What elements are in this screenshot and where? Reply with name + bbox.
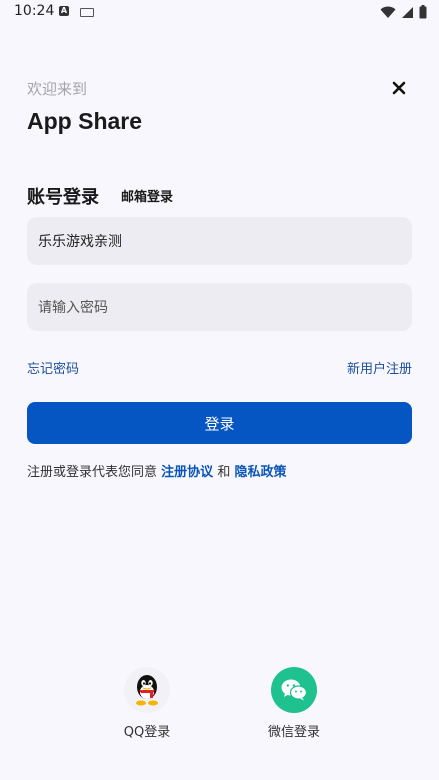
status-bar: 10:24 A	[0, 0, 439, 24]
wechat-icon	[271, 667, 317, 713]
battery-icon	[419, 5, 427, 19]
signal-icon	[402, 6, 413, 18]
agreement-prefix: 注册或登录代表您同意	[27, 465, 158, 480]
notification-a-icon: A	[59, 6, 69, 16]
tab-email-login[interactable]: 邮箱登录	[121, 186, 173, 205]
status-icons	[380, 5, 427, 19]
terms-link[interactable]: 注册协议	[161, 465, 213, 480]
agreement-and: 和	[217, 465, 231, 480]
welcome-text: 欢迎来到	[27, 80, 88, 98]
agreement-text: 注册或登录代表您同意 注册协议 和 隐私政策	[27, 461, 286, 480]
wifi-icon	[380, 6, 396, 18]
password-field[interactable]: 请输入密码	[27, 283, 412, 331]
login-button[interactable]: 登录	[27, 402, 412, 444]
keyboard-icon	[80, 8, 94, 17]
tab-account-login[interactable]: 账号登录	[27, 183, 99, 209]
username-field[interactable]: 乐乐游戏亲测	[27, 217, 412, 265]
qq-login-button[interactable]: QQ登录	[107, 667, 187, 740]
wechat-login-button[interactable]: 微信登录	[254, 667, 334, 740]
privacy-link[interactable]: 隐私政策	[234, 465, 286, 480]
app-title: App Share	[27, 108, 143, 134]
login-screen: 10:24 A 欢迎来到 App Share 账号登录 邮箱登录 乐乐游戏亲测 …	[0, 0, 439, 780]
forgot-password-link[interactable]: 忘记密码	[27, 358, 79, 377]
new-user-register-link[interactable]: 新用户注册	[347, 358, 412, 377]
qq-icon	[124, 667, 170, 713]
status-time: 10:24	[14, 3, 55, 19]
wechat-login-label: 微信登录	[267, 725, 320, 740]
close-icon	[392, 81, 406, 95]
qq-login-label: QQ登录	[123, 725, 171, 740]
close-button[interactable]	[389, 78, 409, 98]
